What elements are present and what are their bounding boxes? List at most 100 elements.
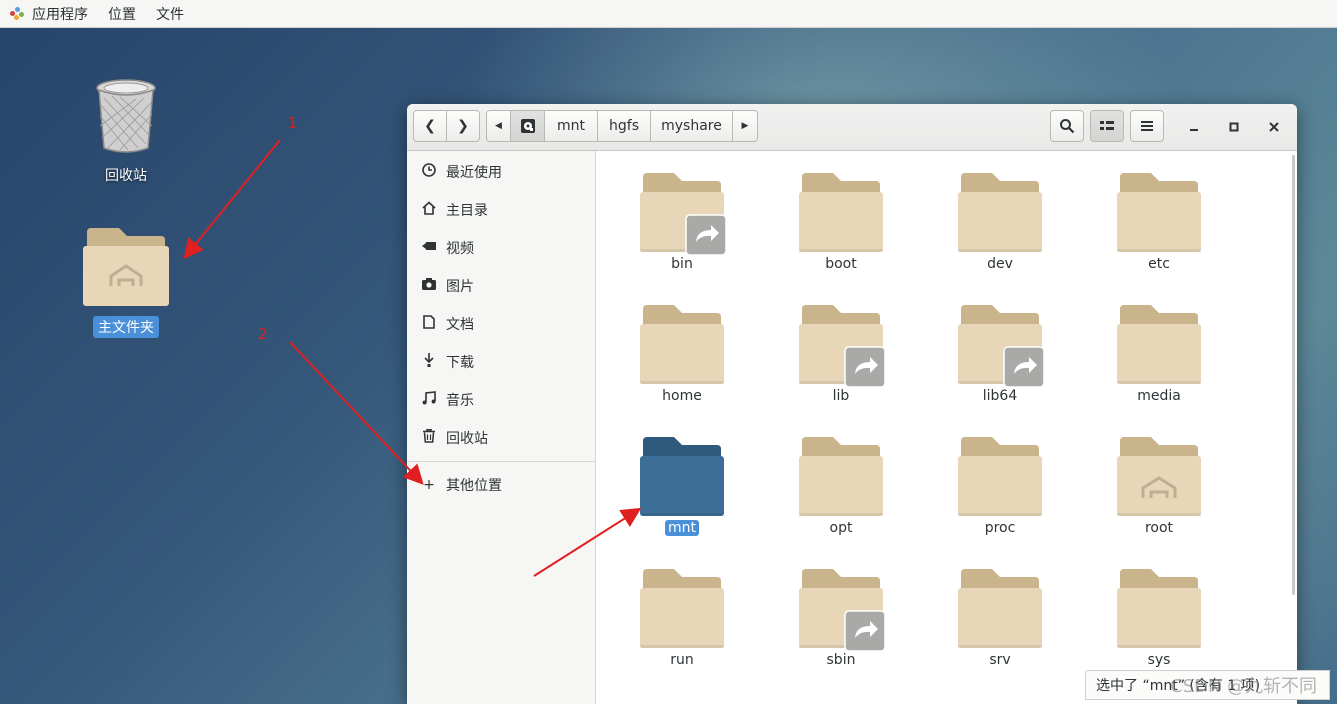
folder-icon bbox=[799, 436, 883, 518]
sidebar-item-label: 回收站 bbox=[446, 431, 488, 447]
menu-button[interactable] bbox=[1130, 110, 1164, 142]
file-item-root[interactable]: root bbox=[1099, 436, 1219, 536]
file-item-media[interactable]: media bbox=[1099, 304, 1219, 404]
back-button[interactable]: ❮ bbox=[413, 110, 447, 142]
file-item-sys[interactable]: sys bbox=[1099, 568, 1219, 668]
sidebar-item-label: 视频 bbox=[446, 241, 474, 257]
applications-label: 应用程序 bbox=[32, 6, 88, 23]
root-disk-button[interactable] bbox=[510, 110, 545, 142]
file-name: bin bbox=[671, 256, 693, 272]
maximize-button[interactable] bbox=[1221, 115, 1247, 139]
file-item-lib64[interactable]: lib64 bbox=[940, 304, 1060, 404]
file-grid: bin boot dev etc home lib lib64 media mnt opt proc… bbox=[596, 151, 1297, 704]
folder-icon bbox=[1117, 172, 1201, 254]
folder-icon bbox=[958, 436, 1042, 518]
maximize-icon bbox=[1229, 122, 1239, 132]
header-bar: ❮ ❯ ◀ mnt hgfs myshare ▶ bbox=[407, 104, 1297, 151]
desktop-trash[interactable]: 回收站 bbox=[76, 78, 176, 186]
symlink-arrow-icon bbox=[844, 346, 886, 388]
arrow-1 bbox=[183, 139, 281, 260]
sidebar-item-6[interactable]: 音乐 bbox=[407, 382, 595, 418]
file-item-lib[interactable]: lib bbox=[781, 304, 901, 404]
file-item-proc[interactable]: proc bbox=[940, 436, 1060, 536]
apps-logo-icon bbox=[10, 6, 24, 21]
crumb-label: mnt bbox=[557, 118, 585, 134]
chevron-right-icon: ❯ bbox=[457, 118, 469, 134]
scrollbar[interactable] bbox=[1292, 155, 1295, 595]
folder-icon bbox=[799, 304, 886, 388]
music-icon bbox=[420, 391, 438, 409]
sidebar-item-other-locations[interactable]: + 其他位置 bbox=[407, 467, 595, 503]
file-item-opt[interactable]: opt bbox=[781, 436, 901, 536]
file-name: home bbox=[662, 388, 702, 404]
crumb-label: hgfs bbox=[609, 118, 639, 134]
crumb-myshare[interactable]: myshare bbox=[650, 110, 733, 142]
arrow-2 bbox=[289, 341, 424, 485]
folder-icon bbox=[958, 568, 1042, 650]
sidebar-divider bbox=[407, 461, 595, 462]
crumb-hgfs[interactable]: hgfs bbox=[597, 110, 651, 142]
crumb-mnt[interactable]: mnt bbox=[544, 110, 598, 142]
file-item-home[interactable]: home bbox=[622, 304, 742, 404]
top-bar: 应用程序 位置 文件 bbox=[0, 0, 1337, 28]
minimize-button[interactable] bbox=[1181, 115, 1207, 139]
view-toggle-button[interactable] bbox=[1090, 110, 1124, 142]
symlink-arrow-icon bbox=[844, 610, 886, 652]
search-button[interactable] bbox=[1050, 110, 1084, 142]
annotation-2: 2 bbox=[258, 325, 268, 343]
video-icon bbox=[420, 240, 438, 256]
sidebar-item-label: 主目录 bbox=[446, 203, 488, 219]
sidebar-item-4[interactable]: 文档 bbox=[407, 306, 595, 342]
file-item-mnt[interactable]: mnt bbox=[622, 436, 742, 536]
folder-icon bbox=[799, 568, 886, 652]
applications-menu[interactable]: 应用程序 bbox=[0, 0, 98, 27]
file-name: dev bbox=[987, 256, 1013, 272]
desktop-home-folder[interactable]: 主文件夹 bbox=[76, 226, 176, 338]
sidebar-item-3[interactable]: 图片 bbox=[407, 268, 595, 304]
download-icon bbox=[420, 353, 438, 371]
folder-icon bbox=[1117, 568, 1201, 650]
sidebar-item-5[interactable]: 下载 bbox=[407, 344, 595, 380]
close-button[interactable] bbox=[1261, 115, 1287, 139]
file-name: run bbox=[670, 652, 694, 668]
file-name: root bbox=[1144, 520, 1174, 536]
sidebar-item-1[interactable]: 主目录 bbox=[407, 192, 595, 228]
symlink-arrow-icon bbox=[1003, 346, 1045, 388]
plus-icon: + bbox=[423, 477, 435, 493]
sidebar-item-label: 文档 bbox=[446, 317, 474, 333]
symlink-arrow-icon bbox=[685, 214, 727, 256]
file-name: lib64 bbox=[982, 388, 1018, 404]
file-item-run[interactable]: run bbox=[622, 568, 742, 668]
file-item-srv[interactable]: srv bbox=[940, 568, 1060, 668]
file-name: proc bbox=[984, 520, 1016, 536]
folder-icon bbox=[958, 304, 1045, 388]
file-item-dev[interactable]: dev bbox=[940, 172, 1060, 272]
file-item-sbin[interactable]: sbin bbox=[781, 568, 901, 668]
sidebar-item-2[interactable]: 视频 bbox=[407, 230, 595, 266]
places-menu[interactable]: 位置 bbox=[98, 0, 146, 27]
watermark: CSDN @九斩不同 bbox=[1170, 676, 1318, 697]
sidebar-item-7[interactable]: 回收站 bbox=[407, 420, 595, 456]
sidebar-item-0[interactable]: 最近使用 bbox=[407, 154, 595, 190]
places-label: 位置 bbox=[108, 6, 136, 23]
trash-icon bbox=[420, 429, 438, 447]
files-menu[interactable]: 文件 bbox=[146, 0, 194, 27]
file-item-boot[interactable]: boot bbox=[781, 172, 901, 272]
document-icon bbox=[420, 315, 438, 333]
search-icon bbox=[1060, 119, 1075, 134]
file-name: etc bbox=[1148, 256, 1170, 272]
path-scroll-left-button[interactable]: ◀ bbox=[486, 110, 511, 142]
file-item-etc[interactable]: etc bbox=[1099, 172, 1219, 272]
desktop-trash-label: 回收站 bbox=[105, 168, 147, 184]
file-name: lib bbox=[832, 388, 850, 404]
chevron-left-icon: ❮ bbox=[424, 118, 436, 134]
triangle-right-icon: ▶ bbox=[741, 121, 749, 131]
folder-icon bbox=[1117, 304, 1201, 386]
files-label: 文件 bbox=[156, 6, 184, 23]
file-item-bin[interactable]: bin bbox=[622, 172, 742, 272]
sidebar-item-label: 图片 bbox=[446, 279, 474, 295]
home-folder-icon bbox=[83, 228, 169, 306]
path-scroll-right-button[interactable]: ▶ bbox=[732, 110, 758, 142]
sidebar-item-label: 最近使用 bbox=[446, 165, 502, 181]
forward-button[interactable]: ❯ bbox=[446, 110, 480, 142]
